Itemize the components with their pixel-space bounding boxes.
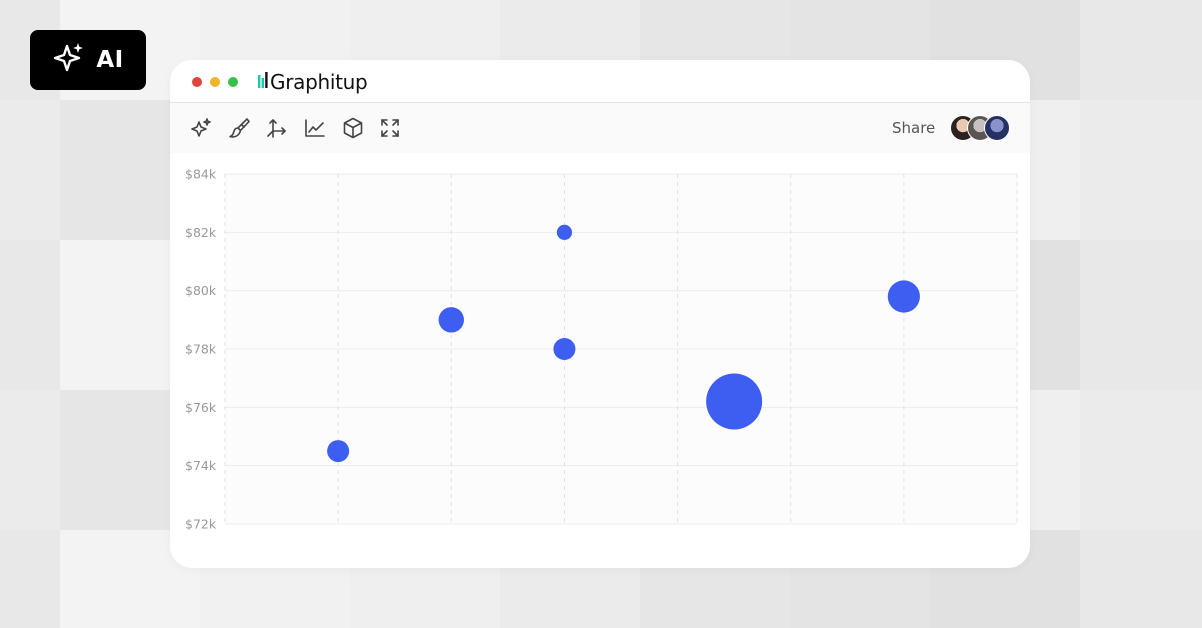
share-button[interactable]: Share <box>892 119 935 137</box>
sparkles-icon[interactable] <box>189 116 213 140</box>
background-tile <box>1080 0 1202 100</box>
axes-icon[interactable] <box>265 116 289 140</box>
background-tile <box>1080 240 1202 390</box>
graphitup-logo-icon <box>258 72 268 92</box>
scatter-point <box>438 307 464 333</box>
scatter-point <box>327 440 350 463</box>
avatar <box>984 115 1010 141</box>
line-chart-icon[interactable] <box>303 116 327 140</box>
background-tile <box>0 530 60 628</box>
scatter-point <box>553 338 576 360</box>
y-tick-label: $82k <box>185 225 217 240</box>
title-bar: Graphitup <box>170 60 1030 103</box>
app-window: Graphitup Share $84k $82k $80k $78k $76k… <box>170 60 1030 568</box>
scatter-point <box>556 224 573 240</box>
scatter-chart: $84k $82k $80k $78k $76k $74k $72k <box>185 167 1018 532</box>
ai-label: AI <box>96 47 124 73</box>
scatter-point <box>706 373 763 430</box>
brand: Graphitup <box>258 69 368 95</box>
ai-badge[interactable]: AI <box>30 30 146 90</box>
brand-name: Graphitup <box>270 70 368 94</box>
y-tick-label: $72k <box>185 517 217 532</box>
sparkles-icon <box>52 41 86 79</box>
background-tile <box>1080 530 1202 628</box>
background-tile <box>0 390 60 530</box>
toolbar: Share <box>170 103 1030 153</box>
minimize-dot[interactable] <box>210 77 220 87</box>
y-tick-label: $78k <box>185 342 217 357</box>
y-tick-label: $74k <box>185 458 217 473</box>
y-tick-label: $80k <box>185 283 217 298</box>
close-dot[interactable] <box>192 77 202 87</box>
expand-icon[interactable] <box>378 116 402 140</box>
brush-icon[interactable] <box>227 116 251 140</box>
background-tile <box>1080 390 1202 530</box>
scatter-point <box>887 280 920 313</box>
background-tile <box>0 100 60 240</box>
y-tick-label: $84k <box>185 167 217 182</box>
collaborator-avatars[interactable] <box>950 115 1012 141</box>
background-tile <box>1080 100 1202 240</box>
cube-icon[interactable] <box>341 116 365 140</box>
maximize-dot[interactable] <box>228 77 238 87</box>
background-tile <box>0 240 60 390</box>
y-tick-label: $76k <box>185 400 217 415</box>
